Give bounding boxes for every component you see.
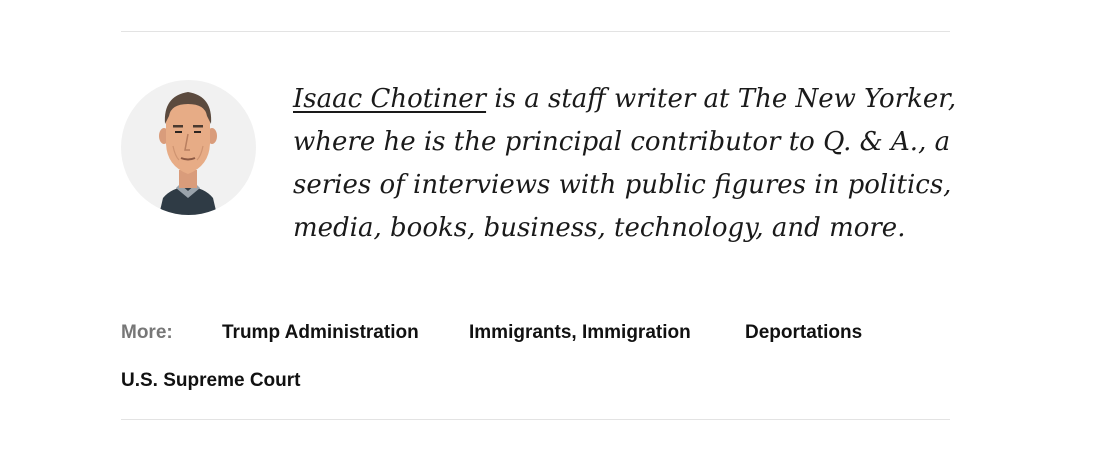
author-bio: Isaac Chotiner is a staff writer at The … bbox=[293, 78, 956, 250]
tag-deportations[interactable]: Deportations bbox=[745, 321, 862, 345]
author-name-link[interactable]: Isaac Chotiner bbox=[293, 84, 486, 114]
top-divider bbox=[121, 31, 950, 32]
bio-text-1: is a staff writer at The New Yorker, bbox=[486, 84, 957, 114]
bio-line-4: media, books, business, technology, and … bbox=[293, 213, 906, 243]
bottom-divider bbox=[121, 419, 950, 420]
author-avatar[interactable] bbox=[121, 80, 256, 215]
bio-line-1: Isaac Chotiner is a staff writer at The … bbox=[293, 78, 956, 121]
tag-us-supreme-court[interactable]: U.S. Supreme Court bbox=[121, 369, 300, 393]
more-label: More: bbox=[121, 322, 173, 343]
author-illustration-icon bbox=[159, 92, 217, 215]
bio-line-3: series of interviews with public figures… bbox=[293, 170, 952, 200]
tag-immigrants-immigration[interactable]: Immigrants, Immigration bbox=[469, 321, 691, 345]
bio-line-2: where he is the principal contributor to… bbox=[293, 127, 951, 157]
tag-trump-administration[interactable]: Trump Administration bbox=[222, 321, 419, 345]
